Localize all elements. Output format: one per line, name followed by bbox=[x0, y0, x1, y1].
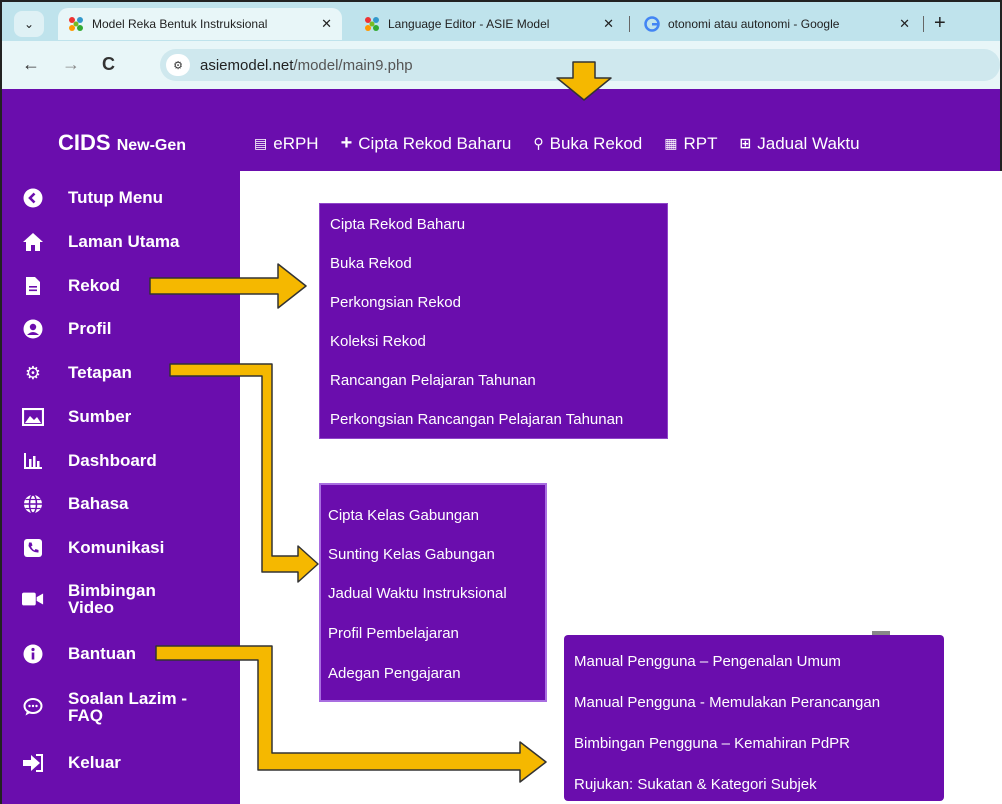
menu-item-buka-rekod[interactable]: Buka Rekod bbox=[330, 255, 412, 272]
sidebar-item-tutup-menu[interactable]: Tutup Menu bbox=[22, 187, 163, 209]
url-text: asiemodel.net/model/main9.php bbox=[200, 57, 413, 74]
user-circle-icon bbox=[22, 318, 44, 340]
close-icon[interactable]: ✕ bbox=[321, 16, 332, 32]
asie-favicon-icon bbox=[365, 17, 379, 31]
browser-address-bar: ← → C ⚙ asiemodel.net/model/main9.php bbox=[0, 41, 1002, 89]
menu-item-perkongsian-rekod[interactable]: Perkongsian Rekod bbox=[330, 294, 461, 311]
menu-item-cipta-rekod-baharu[interactable]: Cipta Rekod Baharu bbox=[330, 216, 465, 233]
reload-icon[interactable]: C bbox=[102, 54, 115, 75]
menu-item-rancangan-pelajaran-tahunan[interactable]: Rancangan Pelajaran Tahunan bbox=[330, 372, 536, 389]
search-icon: ⚲ bbox=[533, 135, 544, 151]
tab-language-editor[interactable]: Language Editor - ASIE Model ✕ bbox=[354, 8, 624, 40]
nav-rpt[interactable]: ▦ RPT bbox=[664, 132, 717, 155]
close-icon[interactable]: ✕ bbox=[603, 16, 614, 32]
menu-item-jadual-waktu-instruksional[interactable]: Jadual Waktu Instruksional bbox=[328, 585, 507, 602]
menu-item-sunting-kelas-gabungan[interactable]: Sunting Kelas Gabungan bbox=[328, 546, 495, 563]
logout-icon bbox=[22, 752, 44, 774]
tab-google-search[interactable]: otonomi atau autonomi - Google ✕ bbox=[634, 8, 920, 40]
nav-cipta-rekod[interactable]: + Cipta Rekod Baharu bbox=[341, 132, 512, 155]
menu-item-profil-pembelajaran[interactable]: Profil Pembelajaran bbox=[328, 625, 459, 642]
nav-erph[interactable]: ▤ eRPH bbox=[254, 132, 319, 155]
tab-model-reka-bentuk[interactable]: Model Reka Bentuk Instruksional ✕ bbox=[58, 8, 342, 40]
chat-icon bbox=[22, 696, 44, 718]
sidebar-item-laman-utama[interactable]: Laman Utama bbox=[22, 231, 179, 253]
sidebar-item-sumber[interactable]: Sumber bbox=[22, 406, 131, 428]
tab-title: Language Editor - ASIE Model bbox=[388, 17, 550, 31]
top-navigation: ▤ eRPH + Cipta Rekod Baharu ⚲ Buka Rekod ▦ R… bbox=[254, 132, 860, 155]
table-icon: ⊞ bbox=[739, 135, 752, 151]
info-icon bbox=[22, 643, 44, 665]
file-icon bbox=[22, 275, 44, 297]
gear-icon: ⚙ bbox=[24, 362, 42, 383]
nav-buka-rekod[interactable]: ⚲ Buka Rekod bbox=[533, 132, 642, 155]
image-icon bbox=[22, 406, 44, 428]
bantuan-dropdown-menu: Manual Pengguna – Pengenalan Umum Manual… bbox=[564, 635, 944, 801]
phone-icon bbox=[22, 537, 44, 559]
app-header: CIDS New-Gen ▤ eRPH + Cipta Rekod Baharu ⚲… bbox=[0, 89, 1002, 171]
tab-title: Model Reka Bentuk Instruksional bbox=[92, 17, 268, 31]
asie-favicon-icon bbox=[69, 17, 83, 31]
menu-item-manual-memulakan-perancangan[interactable]: Manual Pengguna - Memulakan Perancangan bbox=[574, 694, 880, 711]
chevron-left-circle-icon bbox=[22, 187, 44, 209]
brand-logo[interactable]: CIDS New-Gen bbox=[58, 130, 186, 156]
back-arrow-icon[interactable]: ← bbox=[22, 54, 40, 75]
browser-tab-bar: ⌄ Model Reka Bentuk Instruksional ✕ Lang… bbox=[0, 0, 1002, 41]
forward-arrow-icon[interactable]: → bbox=[62, 54, 80, 75]
globe-icon bbox=[22, 493, 44, 515]
sidebar-item-profil[interactable]: Profil bbox=[22, 318, 111, 340]
menu-item-cipta-kelas-gabungan[interactable]: Cipta Kelas Gabungan bbox=[328, 507, 479, 524]
sidebar-item-bahasa[interactable]: Bahasa bbox=[22, 493, 128, 515]
menu-item-bimbingan-kemahiran-pdpr[interactable]: Bimbingan Pengguna – Kemahiran PdPR bbox=[574, 735, 850, 752]
tetapan-dropdown-menu: Cipta Kelas Gabungan Sunting Kelas Gabun… bbox=[319, 483, 547, 702]
home-icon bbox=[22, 231, 44, 253]
content-divider bbox=[240, 171, 1002, 173]
sidebar-item-komunikasi[interactable]: Komunikasi bbox=[22, 537, 164, 559]
plus-icon: + bbox=[340, 132, 353, 154]
tab-separator bbox=[923, 16, 924, 32]
menu-item-rujukan-sukatan[interactable]: Rujukan: Sukatan & Kategori Subjek bbox=[574, 776, 817, 793]
bar-chart-icon bbox=[22, 450, 44, 472]
calendar-icon: ▦ bbox=[664, 135, 678, 151]
tab-list-button[interactable]: ⌄ bbox=[14, 11, 44, 37]
sidebar-item-soalan-lazim[interactable]: Soalan Lazim - FAQ bbox=[22, 690, 198, 724]
rekod-dropdown-menu: Cipta Rekod Baharu Buka Rekod Perkongsia… bbox=[319, 203, 668, 439]
url-bar[interactable]: ⚙ asiemodel.net/model/main9.php bbox=[160, 49, 1000, 81]
sidebar-item-tetapan[interactable]: ⚙ Tetapan bbox=[22, 362, 132, 384]
site-settings-icon[interactable]: ⚙ bbox=[166, 54, 190, 76]
sidebar-item-keluar[interactable]: Keluar bbox=[22, 752, 121, 774]
menu-item-koleksi-rekod[interactable]: Koleksi Rekod bbox=[330, 333, 426, 350]
sidebar-item-bantuan[interactable]: Bantuan bbox=[22, 643, 136, 665]
menu-item-adegan-pengajaran[interactable]: Adegan Pengajaran bbox=[328, 665, 461, 682]
nav-jadual-waktu[interactable]: ⊞ Jadual Waktu bbox=[740, 132, 860, 155]
close-icon[interactable]: ✕ bbox=[899, 16, 910, 32]
tab-separator bbox=[629, 16, 630, 32]
google-icon bbox=[644, 16, 660, 32]
sidebar-item-rekod[interactable]: Rekod bbox=[22, 275, 120, 297]
tab-title: otonomi atau autonomi - Google bbox=[668, 17, 840, 31]
sidebar-item-dashboard[interactable]: Dashboard bbox=[22, 450, 157, 472]
new-tab-button[interactable]: + bbox=[934, 12, 946, 35]
video-icon bbox=[22, 588, 44, 610]
menu-item-manual-pengenalan-umum[interactable]: Manual Pengguna – Pengenalan Umum bbox=[574, 653, 841, 670]
chevron-down-icon: ⌄ bbox=[23, 17, 35, 31]
sidebar-item-bimbingan-video[interactable]: Bimbingan Video bbox=[22, 582, 178, 616]
document-icon: ▤ bbox=[254, 135, 268, 151]
menu-item-perkongsian-rpt[interactable]: Perkongsian Rancangan Pelajaran Tahunan bbox=[330, 411, 623, 428]
